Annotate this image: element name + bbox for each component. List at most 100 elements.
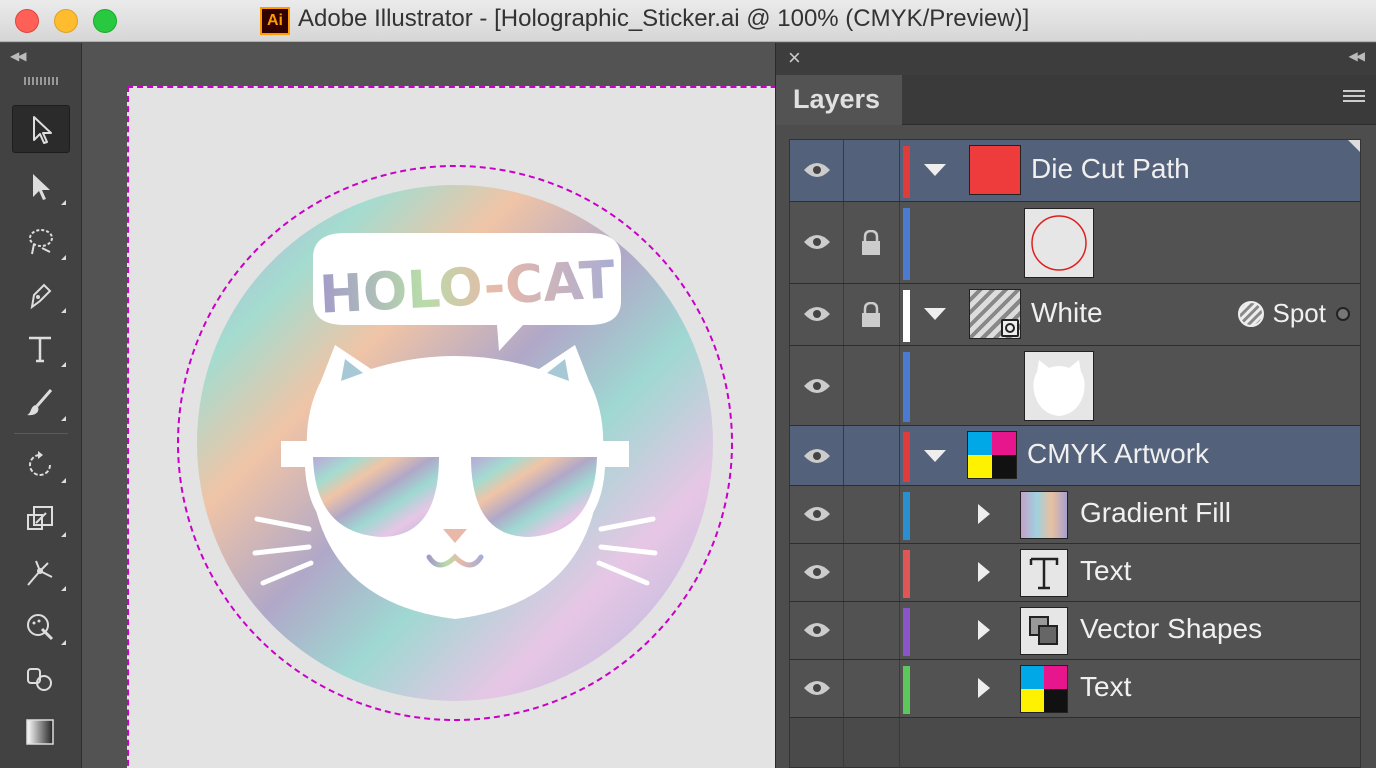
lock-icon [862,230,880,255]
layer-row-text-cmyk[interactable]: Text [790,660,1360,718]
lock-toggle[interactable] [844,284,900,345]
layer-row-gradient-fill[interactable]: Gradient Fill [790,486,1360,544]
visibility-toggle[interactable] [790,544,844,601]
visibility-toggle[interactable] [790,202,844,283]
eye-icon [804,163,830,177]
layer-name[interactable]: White [1031,297,1103,329]
lock-toggle[interactable] [844,346,900,425]
direct-selection-tool[interactable] [12,163,70,211]
layer-row-cmyk-artwork[interactable]: CMYK Artwork [790,426,1360,486]
lasso-tool[interactable] [12,218,70,266]
type-icon [29,336,51,363]
pen-tool[interactable] [12,271,70,319]
lock-toggle[interactable] [844,660,900,717]
tool-separator [14,433,68,434]
layer-row-white-sublayer[interactable] [790,346,1360,426]
eye-icon [804,565,830,579]
rotate-tool[interactable] [12,441,70,489]
expand-arrow-icon[interactable] [978,678,990,698]
layer-color-bar [903,146,910,198]
shapes-icon [1029,616,1058,645]
empty-eye-column [790,718,844,768]
scale-tool[interactable] [12,495,70,543]
holographic-sticker-artwork[interactable]: HOLO-CAT [83,43,775,768]
eye-icon [804,681,830,695]
visibility-toggle[interactable] [790,426,844,485]
scale-icon [27,506,53,530]
lasso-icon [29,229,53,255]
visibility-toggle[interactable] [790,346,844,425]
panel-grip[interactable] [24,77,58,85]
tab-layers[interactable]: Layers [776,75,902,125]
lock-toggle[interactable] [844,544,900,601]
puppet-warp-tool[interactable] [12,549,70,597]
layer-color-bar [903,432,910,482]
eye-icon [804,623,830,637]
expand-arrow-icon[interactable] [978,562,990,582]
minimize-window-button[interactable] [54,9,78,33]
collapse-arrow-icon[interactable] [924,308,946,320]
gradient-tool[interactable] [12,707,70,755]
lock-toggle[interactable] [844,140,900,201]
brush-icon [27,389,53,416]
visibility-toggle[interactable] [790,660,844,717]
collapse-panel-icon[interactable]: ◀◀ [1349,49,1366,63]
panel-menu-icon[interactable] [1343,90,1365,106]
layer-color-bar [903,608,910,656]
gradient-thumbnail [1020,491,1068,539]
collapse-arrow-icon[interactable] [924,164,946,176]
layer-row-white[interactable]: White Spot [790,284,1360,346]
layer-row-die-cut-sublayer[interactable] [790,202,1360,284]
cmyk-thumbnail [1020,665,1068,713]
illustrator-app-icon: Ai [260,7,290,35]
cat-thumbnail [1024,351,1094,421]
cmyk-thumbnail [967,431,1017,479]
layer-row-die-cut-path[interactable]: Die Cut Path [790,140,1360,202]
close-window-button[interactable] [15,9,39,33]
type-tool[interactable] [12,325,70,373]
target-icon[interactable] [1336,306,1350,321]
empty-lock-column [844,718,900,768]
layer-name[interactable]: Gradient Fill [1080,497,1231,529]
layer-color-bar [903,666,910,714]
layer-name[interactable]: Text [1080,555,1131,587]
visibility-toggle[interactable] [790,284,844,345]
lock-toggle[interactable] [844,202,900,283]
shape-builder-icon [27,614,54,641]
pen-nib-icon [30,283,52,310]
vector-shapes-thumbnail [1020,607,1068,655]
layer-name[interactable]: Vector Shapes [1080,613,1262,645]
visibility-toggle[interactable] [790,140,844,201]
document-canvas[interactable]: HOLO-CAT [83,43,775,768]
paintbrush-tool[interactable] [12,379,70,427]
layer-name[interactable]: Die Cut Path [1031,153,1190,185]
layer-name[interactable]: CMYK Artwork [1027,438,1209,470]
selection-indicator [1348,140,1360,152]
collapse-arrow-icon[interactable] [924,450,946,462]
type-glyph-icon [1029,557,1059,590]
layer-name[interactable]: Text [1080,671,1131,703]
layer-row-vector-shapes[interactable]: Vector Shapes [790,602,1360,660]
lock-toggle[interactable] [844,486,900,543]
shape-builder-tool[interactable] [12,603,70,651]
lock-toggle[interactable] [844,426,900,485]
zoom-window-button[interactable] [93,9,117,33]
visibility-toggle[interactable] [790,486,844,543]
collapse-tools-icon[interactable]: ◀◀ [10,49,27,63]
visibility-toggle[interactable] [790,602,844,659]
text-thumbnail [1020,549,1068,597]
title-bar: Ai Adobe Illustrator - [Holographic_Stic… [0,0,1376,42]
layers-panel: × ◀◀ Layers Die Cut Path White Spot CMYK… [775,43,1376,768]
blend-tool[interactable] [12,655,70,703]
expand-arrow-icon[interactable] [978,504,990,524]
layer-color-bar [903,352,910,422]
rotate-icon [29,451,51,476]
lock-toggle[interactable] [844,602,900,659]
layer-row-text[interactable]: Text [790,544,1360,602]
close-panel-icon[interactable]: × [788,45,801,71]
gradient-icon [26,719,54,745]
expand-arrow-icon[interactable] [978,620,990,640]
selection-tool[interactable] [12,105,70,153]
layer-color-bar [903,492,910,540]
spot-swatch-icon [1237,300,1264,327]
